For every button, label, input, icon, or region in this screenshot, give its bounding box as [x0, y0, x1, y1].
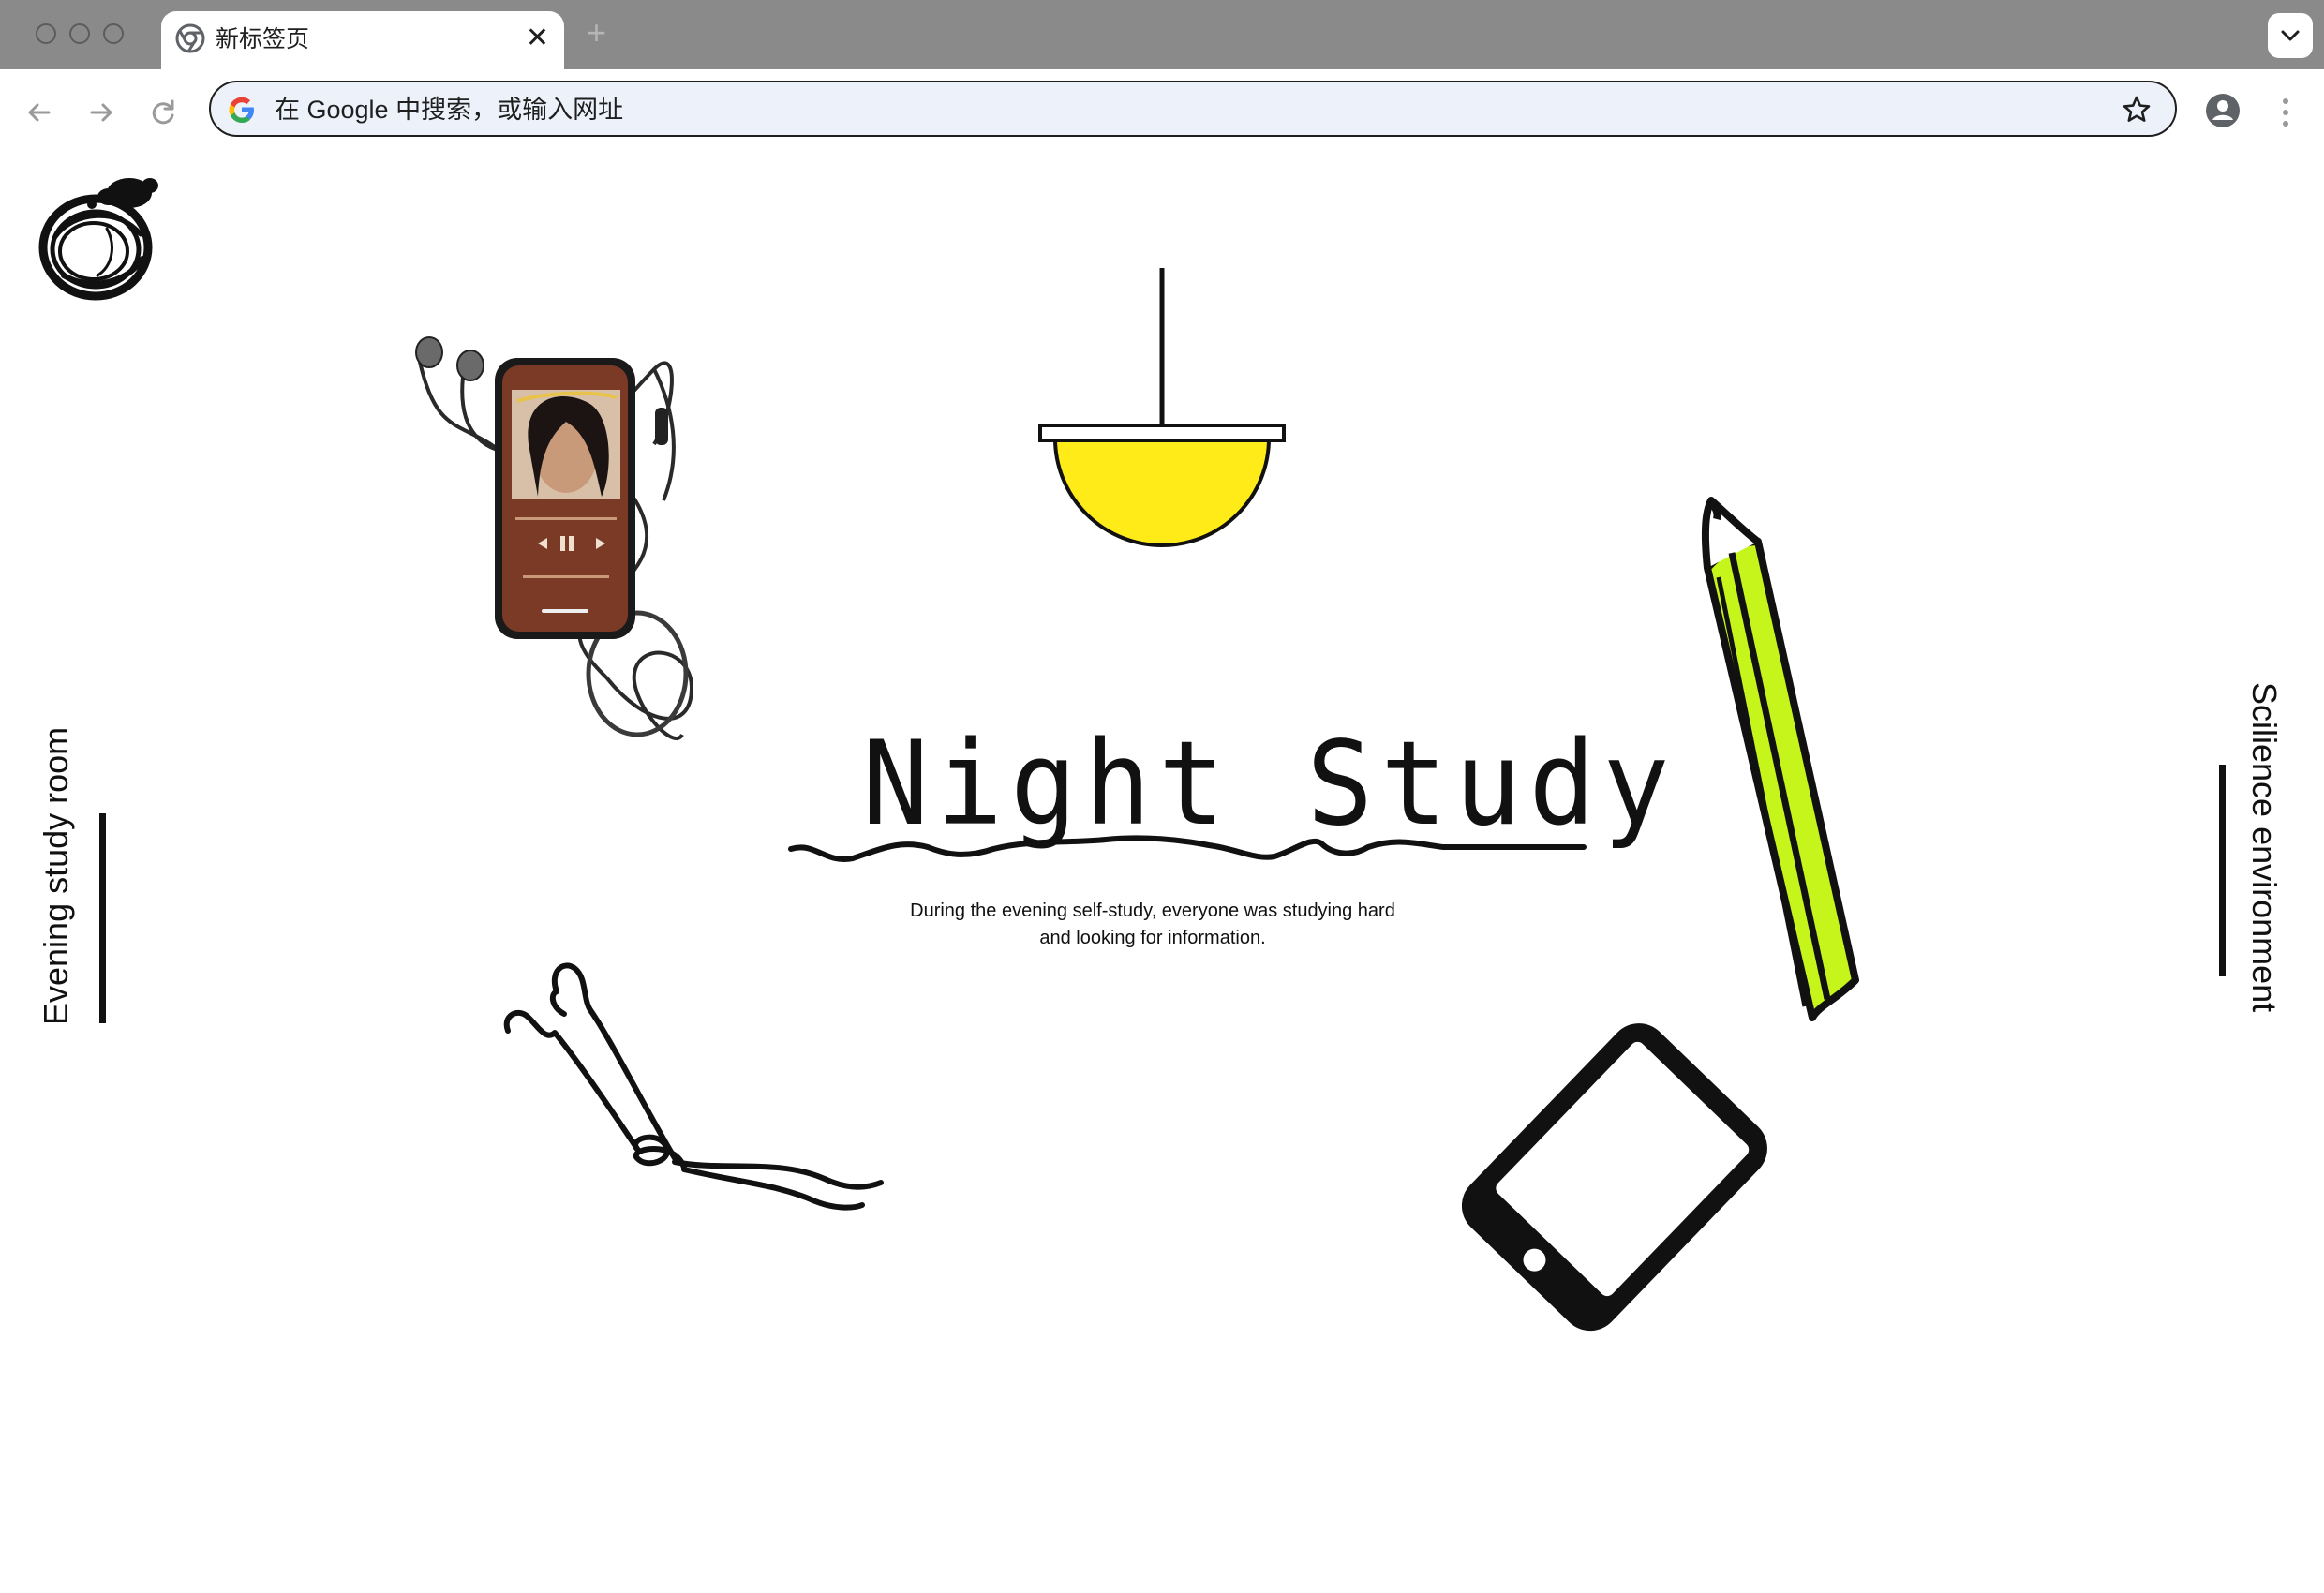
pencil-sketch	[1701, 497, 1859, 1021]
tab-search-button[interactable]	[2268, 13, 2313, 58]
side-label-left-text: Evening study room	[37, 726, 75, 1025]
earbuds-sketch	[503, 962, 884, 1211]
tab-close-button[interactable]: ✕	[526, 21, 549, 56]
address-bar[interactable]: 在 Google 中搜索，或输入网址	[209, 81, 2177, 137]
more-vert-icon[interactable]	[2270, 92, 2302, 133]
chevron-down-icon	[2281, 30, 2300, 41]
browser-tab-bar: 新标签页 ✕ +	[0, 0, 2324, 69]
window-minimize-dot[interactable]	[69, 23, 90, 44]
page-title: Night Study	[862, 715, 1677, 852]
omnibox-placeholder: 在 Google 中搜索，或输入网址	[275, 96, 624, 124]
bookmark-star-icon[interactable]	[2121, 94, 2153, 126]
reload-icon[interactable]	[142, 92, 184, 133]
forward-arrow-icon[interactable]	[81, 92, 122, 133]
phone-sketch	[1462, 1023, 1767, 1332]
tab-title: 新标签页	[216, 26, 310, 52]
description-line-1: During the evening self-study, everyone …	[910, 901, 1395, 921]
window-maximize-dot[interactable]	[103, 23, 124, 44]
phone-earphones-photo	[415, 336, 694, 740]
back-arrow-icon[interactable]	[19, 92, 60, 133]
new-tab-button[interactable]: +	[587, 13, 606, 52]
page-description: During the evening self-study, everyone …	[862, 898, 1443, 952]
side-label-right: Scilience environment	[2245, 682, 2284, 1013]
chrome-icon	[175, 23, 205, 53]
google-g-icon	[229, 97, 254, 123]
hanging-lamp	[1038, 268, 1286, 547]
tab-new-tab[interactable]: 新标签页 ✕	[161, 11, 564, 69]
side-bar-left	[99, 813, 106, 1023]
browser-toolbar: 在 Google 中搜索，或输入网址	[0, 69, 2324, 156]
page-content: Evening study room Scilience environment	[0, 156, 2324, 1593]
window-close-dot[interactable]	[36, 23, 56, 44]
ink-scribble-logo[interactable]	[36, 172, 163, 304]
profile-icon[interactable]	[2204, 92, 2242, 129]
side-bar-right	[2219, 765, 2226, 976]
description-line-2: and looking for information.	[1039, 928, 1266, 948]
